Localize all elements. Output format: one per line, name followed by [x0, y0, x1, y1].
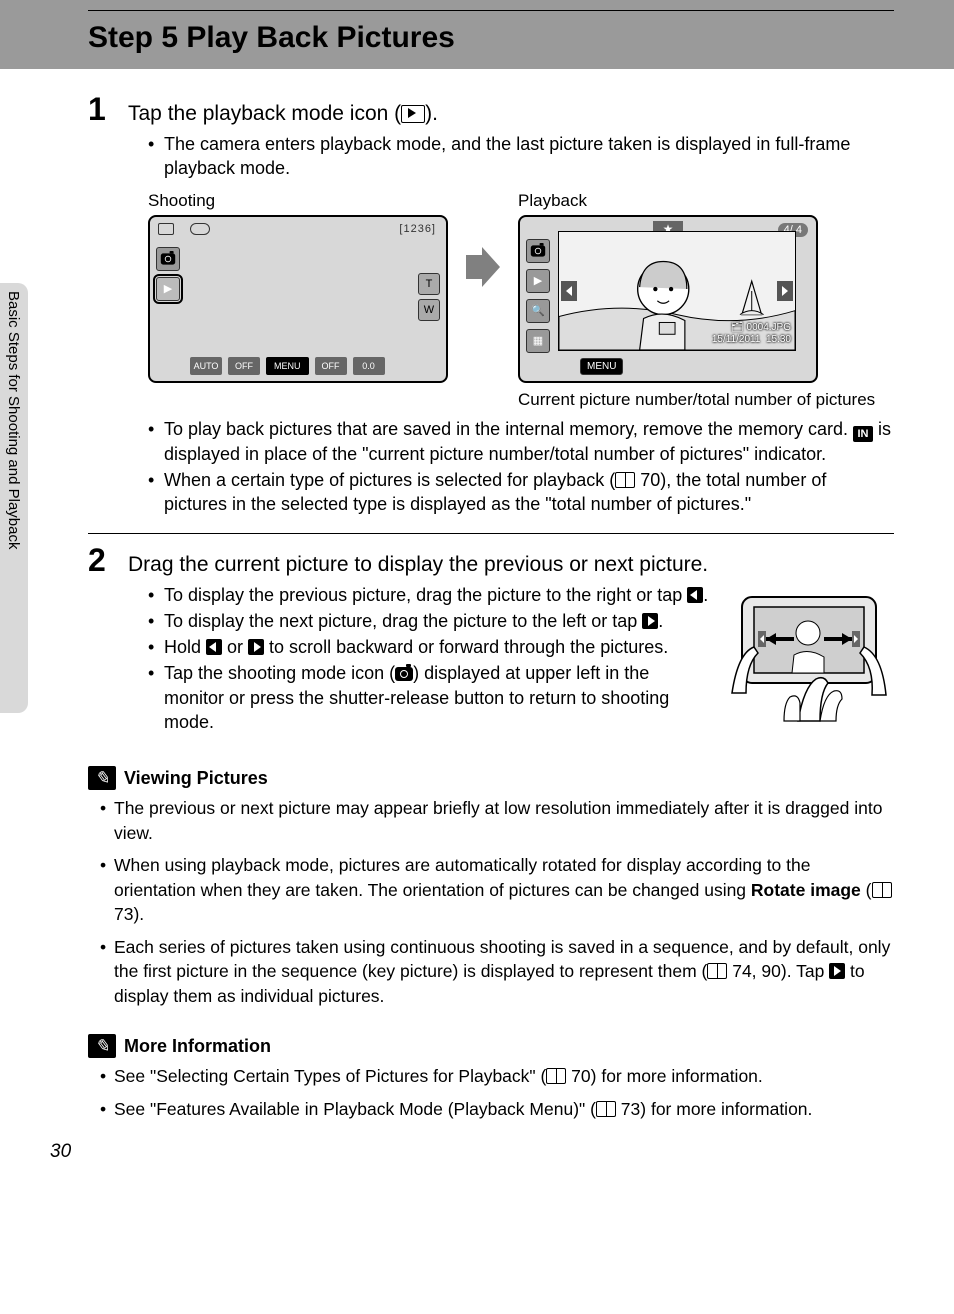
camera-mode-icon — [156, 247, 180, 271]
step1-bullets-bottom: To play back pictures that are saved in … — [148, 417, 894, 517]
side-tab: Basic Steps for Shooting and Playback — [0, 283, 28, 713]
view-bullet-3: Each series of pictures taken using cont… — [100, 935, 894, 1009]
timer-off-badge: OFF — [228, 357, 260, 375]
right-arrow-icon-2 — [248, 639, 264, 655]
side-tab-label: Basic Steps for Shooting and Playback — [5, 291, 22, 550]
page-ref-icon-5 — [596, 1101, 616, 1117]
page-title: Step 5 Play Back Pictures — [88, 21, 894, 55]
prev-picture-arrow — [561, 281, 577, 301]
view-bullet-1: The previous or next picture may appear … — [100, 796, 894, 845]
step1-bullet-2: To play back pictures that are saved in … — [148, 417, 894, 466]
step2-bullet-1: To display the previous picture, drag th… — [148, 583, 894, 607]
right-arrow-icon — [642, 613, 658, 629]
viewing-pictures-title: Viewing Pictures — [124, 768, 268, 789]
page-ref-icon-3 — [707, 963, 727, 979]
playback-menu-badge: MENU — [580, 358, 623, 375]
battery-icon — [158, 223, 174, 235]
next-picture-arrow — [777, 281, 793, 301]
note-pencil-icon: ✎ — [88, 766, 116, 790]
flash-auto-badge: AUTO — [190, 357, 222, 375]
step-2-heading: 2 Drag the current picture to display th… — [88, 544, 894, 577]
step-number: 1 — [88, 93, 128, 125]
step1-heading-a: Tap the playback mode icon ( — [128, 102, 401, 125]
note-pencil-icon-2: ✎ — [88, 1034, 116, 1058]
playback-caption: Current picture number/total number of p… — [518, 389, 875, 411]
playback-mode-icon — [401, 105, 425, 123]
shooting-mode-icon — [395, 667, 413, 681]
playback-label: Playback — [518, 191, 875, 211]
shooting-label: Shooting — [148, 191, 448, 211]
step1-heading-b: ). — [425, 102, 438, 125]
playback-image-area: 🗂 0004.JPG 15/11/2011 15:30 — [558, 231, 796, 351]
playback-datetime: 15/11/2011 15:30 — [712, 334, 791, 346]
page-ref-icon-2 — [872, 882, 892, 898]
playback-filename: 🗂 0004.JPG — [712, 322, 791, 334]
more-bullet-2: See "Features Available in Playback Mode… — [100, 1097, 894, 1122]
step1-bullets-top: The camera enters playback mode, and the… — [148, 132, 894, 181]
step2-bullet-2: To display the next picture, drag the pi… — [148, 609, 894, 633]
arrow-icon — [466, 247, 500, 287]
ev-badge: 0.0 — [353, 357, 385, 375]
step2-bullet-4: Tap the shooting mode icon () displayed … — [148, 661, 894, 734]
left-arrow-icon-2 — [206, 639, 222, 655]
header-band: Step 5 Play Back Pictures — [0, 0, 954, 69]
zoom-tele: T — [418, 273, 440, 295]
viewing-pictures-bullets: The previous or next picture may appear … — [100, 796, 894, 1008]
macro-off-badge: OFF — [315, 357, 347, 375]
step2-bullets: To display the previous picture, drag th… — [148, 583, 894, 735]
internal-memory-icon: IN — [853, 426, 873, 442]
step-2-text: Drag the current picture to display the … — [128, 551, 708, 577]
shooting-bottom-bar: AUTO OFF MENU OFF 0.0 — [190, 357, 438, 375]
step-1-text: Tap the playback mode icon (). — [128, 100, 438, 126]
left-arrow-icon — [687, 587, 703, 603]
more-info-heading: ✎ More Information — [88, 1034, 894, 1058]
playback-mode-icon-2: ▶ — [526, 269, 550, 293]
zoom-controls: T W — [418, 273, 440, 321]
step-number-2: 2 — [88, 544, 128, 576]
more-bullet-1: See "Selecting Certain Types of Pictures… — [100, 1064, 894, 1089]
zoom-icon: 🔍 — [526, 299, 550, 323]
view-bullet-2: When using playback mode, pictures are a… — [100, 853, 894, 927]
playback-screenshot: ▶ 🔍 ▦ ★ 4/ 4 — [518, 215, 818, 383]
af-area-icon — [190, 223, 210, 235]
sequence-play-icon — [829, 963, 845, 979]
step1-bullet-1: The camera enters playback mode, and the… — [148, 132, 894, 181]
step1-bullet-3: When a certain type of pictures is selec… — [148, 468, 894, 517]
zoom-wide: W — [418, 299, 440, 321]
thumbnail-icon: ▦ — [526, 329, 550, 353]
page-number: 30 — [50, 1141, 954, 1163]
viewing-pictures-heading: ✎ Viewing Pictures — [88, 766, 894, 790]
playback-side-icons: ▶ 🔍 ▦ — [526, 239, 550, 353]
page-ref-icon-4 — [546, 1068, 566, 1084]
step-1-heading: 1 Tap the playback mode icon (). — [88, 93, 894, 126]
page-ref-icon — [615, 472, 635, 488]
rotate-image-bold: Rotate image — [751, 880, 861, 900]
step2-bullet-3: Hold or to scroll backward or forward th… — [148, 635, 894, 659]
section-divider — [88, 533, 894, 534]
menu-badge: MENU — [266, 357, 309, 375]
camera-mode-icon-2 — [526, 239, 550, 263]
more-info-title: More Information — [124, 1036, 271, 1057]
shooting-top-icons — [158, 223, 210, 235]
playback-meta: 🗂 0004.JPG 15/11/2011 15:30 — [712, 322, 791, 346]
shooting-screenshot: [1236] ▶ T W AUTO OFF MENU OFF 0.0 — [148, 215, 448, 383]
playback-mode-button: ▶ — [156, 277, 180, 301]
content: Basic Steps for Shooting and Playback 1 … — [88, 93, 894, 1121]
more-info-bullets: See "Selecting Certain Types of Pictures… — [100, 1064, 894, 1121]
shooting-counter: [1236] — [399, 223, 436, 235]
screenshots-row: Shooting [1236] ▶ T W AUTO OFF — [148, 187, 894, 411]
shooting-side-icons: ▶ — [156, 247, 180, 301]
